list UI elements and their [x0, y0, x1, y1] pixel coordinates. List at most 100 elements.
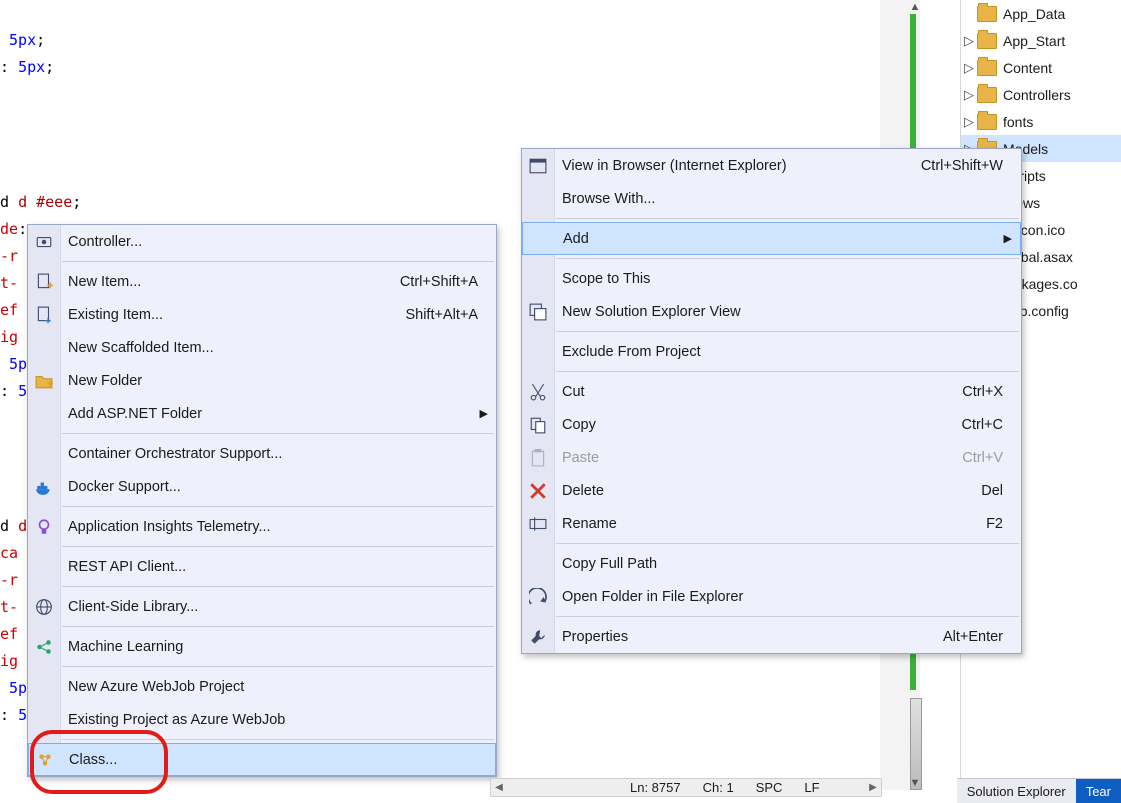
menu-item-label: New Azure WebJob Project [68, 679, 478, 695]
copy-icon [528, 415, 548, 435]
menu-item-open-folder-in-file-explorer[interactable]: Open Folder in File Explorer [522, 580, 1021, 613]
menu-item-label: Copy [562, 417, 932, 433]
tree-item-label: Content [1003, 60, 1121, 76]
menu-separator [556, 543, 1019, 544]
scroll-right-icon[interactable]: ▶ [865, 782, 881, 793]
bottom-tool-tabs: Solution Explorer Tear [957, 778, 1121, 803]
code-l1: 5px [9, 31, 36, 49]
scroll-up-icon[interactable]: ▲ [908, 0, 922, 14]
expand-icon[interactable]: ▷ [961, 114, 977, 130]
menu-item-cut[interactable]: CutCtrl+X [522, 375, 1021, 408]
code-l8: 5p [9, 355, 27, 373]
menu-item-copy[interactable]: Copy Ctrl+C [522, 408, 1021, 441]
menu-item-scope-to-this[interactable]: Scope to This [522, 262, 1021, 295]
menu-item-label: Docker Support... [68, 479, 478, 495]
menu-item-exclude-from-project[interactable]: Exclude From Project [522, 335, 1021, 368]
menu-item-shortcut: Ctrl+Shift+A [400, 274, 478, 290]
menu-item-new-azure-webjob-project[interactable]: New Azure WebJob Project [28, 670, 496, 703]
tree-item-app-start[interactable]: ▷ App_Start [961, 27, 1121, 54]
newfolder-icon [34, 371, 54, 391]
scroll-down-icon[interactable]: ▼ [908, 776, 922, 790]
menu-item-label: Add ASP.NET Folder [68, 406, 478, 422]
menu-item-browse-with[interactable]: Browse With... [522, 182, 1021, 215]
class-icon [35, 750, 55, 770]
menu-item-docker-support[interactable]: Docker Support... [28, 470, 496, 503]
menu-item-rest-api-client[interactable]: REST API Client... [28, 550, 496, 583]
menu-item-add-asp-net-folder[interactable]: Add ASP.NET Folder▶ [28, 397, 496, 430]
code-l16: 5 [18, 706, 27, 724]
menu-separator [62, 546, 494, 547]
menu-item-controller[interactable]: Controller... [28, 225, 496, 258]
menu-separator [62, 666, 494, 667]
menu-item-rename[interactable]: RenameF2 [522, 507, 1021, 540]
menu-item-client-side-library[interactable]: Client-Side Library... [28, 590, 496, 623]
tree-item-label: Controllers [1003, 87, 1121, 103]
folder-icon [977, 87, 997, 103]
controller-icon [34, 232, 54, 252]
menu-item-new-item[interactable]: New Item...Ctrl+Shift+A [28, 265, 496, 298]
menu-item-delete[interactable]: DeleteDel [522, 474, 1021, 507]
menu-item-new-folder[interactable]: New Folder [28, 364, 496, 397]
menu-item-existing-project-as-azure-webjob[interactable]: Existing Project as Azure WebJob [28, 703, 496, 736]
menu-separator [62, 261, 494, 262]
menu-item-label: Delete [562, 483, 951, 499]
menu-separator [556, 331, 1019, 332]
tree-item-label: App_Start [1003, 33, 1121, 49]
menu-item-add[interactable]: Add▶ [522, 222, 1021, 255]
status-lf: LF [804, 780, 819, 795]
folder-icon [977, 6, 997, 22]
tab-team[interactable]: Tear [1076, 778, 1121, 803]
menu-item-label: New Scaffolded Item... [68, 340, 478, 356]
tree-item-label: fonts [1003, 114, 1121, 130]
menu-item-label: View in Browser (Internet Explorer) [562, 158, 891, 174]
insights-icon [34, 517, 54, 537]
code-l5b: t- [0, 274, 18, 292]
menu-item-class[interactable]: Class... [28, 743, 496, 776]
tree-item-fonts[interactable]: ▷ fonts [961, 108, 1121, 135]
code-l13a: ef [0, 625, 18, 643]
menu-item-new-scaffolded-item[interactable]: New Scaffolded Item... [28, 331, 496, 364]
rename-icon [528, 514, 548, 534]
code-l15: 5p [9, 679, 27, 697]
docker-icon [34, 477, 54, 497]
menu-separator [556, 218, 1019, 219]
submenu-arrow-icon: ▶ [1004, 232, 1012, 245]
wrench-icon [528, 627, 548, 647]
ml-icon [34, 637, 54, 657]
tab-solution-explorer[interactable]: Solution Explorer [957, 778, 1076, 803]
menu-item-label: New Folder [68, 373, 478, 389]
folder-icon [977, 114, 997, 130]
menu-item-label: Copy Full Path [562, 556, 1003, 572]
cut-icon [528, 382, 548, 402]
menu-separator [62, 626, 494, 627]
tree-item-content[interactable]: ▷ Content [961, 54, 1121, 81]
menu-item-copy-full-path[interactable]: Copy Full Path [522, 547, 1021, 580]
existitem-icon [34, 305, 54, 325]
menu-item-new-solution-explorer-view[interactable]: New Solution Explorer View [522, 295, 1021, 328]
menu-item-application-insights-telemetry[interactable]: Application Insights Telemetry... [28, 510, 496, 543]
menu-item-existing-item[interactable]: Existing Item...Shift+Alt+A [28, 298, 496, 331]
expand-icon[interactable]: ▷ [961, 60, 977, 76]
menu-item-label: Open Folder in File Explorer [562, 589, 1003, 605]
expand-icon[interactable]: ▷ [961, 33, 977, 49]
menu-item-shortcut: Ctrl+X [962, 384, 1003, 400]
menu-item-machine-learning[interactable]: Machine Learning [28, 630, 496, 663]
menu-item-properties[interactable]: PropertiesAlt+Enter [522, 620, 1021, 653]
menu-item-container-orchestrator-support[interactable]: Container Orchestrator Support... [28, 437, 496, 470]
menu-item-view-in-browser-internet-explorer[interactable]: View in Browser (Internet Explorer)Ctrl+… [522, 149, 1021, 182]
scroll-left-icon[interactable]: ◀ [491, 782, 507, 793]
context-menu-main: View in Browser (Internet Explorer) Ctrl+… [521, 148, 1022, 654]
menu-item-paste: PasteCtrl+V [522, 441, 1021, 474]
menu-item-shortcut: Ctrl+C [962, 417, 1004, 433]
tree-item-label: App_Data [1003, 6, 1121, 22]
submenu-arrow-icon: ▶ [480, 407, 488, 420]
code-l2: 5px [18, 58, 45, 76]
menu-item-label: Machine Learning [68, 639, 478, 655]
tree-item-controllers[interactable]: ▷ Controllers [961, 81, 1121, 108]
paste-icon [528, 448, 548, 468]
menu-item-shortcut: Shift+Alt+A [405, 307, 478, 323]
tree-item-app-data[interactable]: App_Data [961, 0, 1121, 27]
expand-icon[interactable]: ▷ [961, 87, 977, 103]
menu-item-label: Container Orchestrator Support... [68, 446, 478, 462]
folder-icon [977, 60, 997, 76]
